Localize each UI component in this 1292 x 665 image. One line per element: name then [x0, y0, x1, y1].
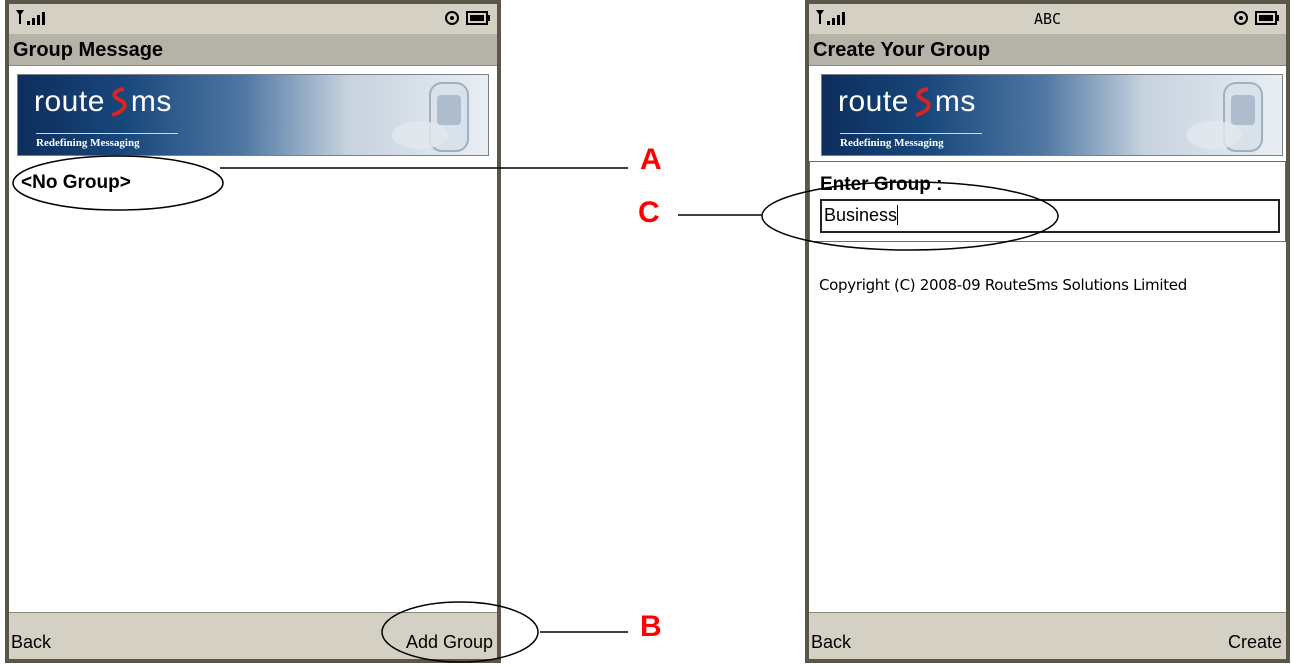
callout-label-b: B [640, 610, 662, 643]
callout-label-a: A [640, 143, 662, 176]
annotation-overlay [12, 155, 1059, 663]
callout-label-c: C [638, 196, 660, 229]
callout-c-ellipse [761, 181, 1059, 251]
callout-a-ellipse [12, 155, 224, 211]
callout-b-ellipse [381, 601, 539, 663]
